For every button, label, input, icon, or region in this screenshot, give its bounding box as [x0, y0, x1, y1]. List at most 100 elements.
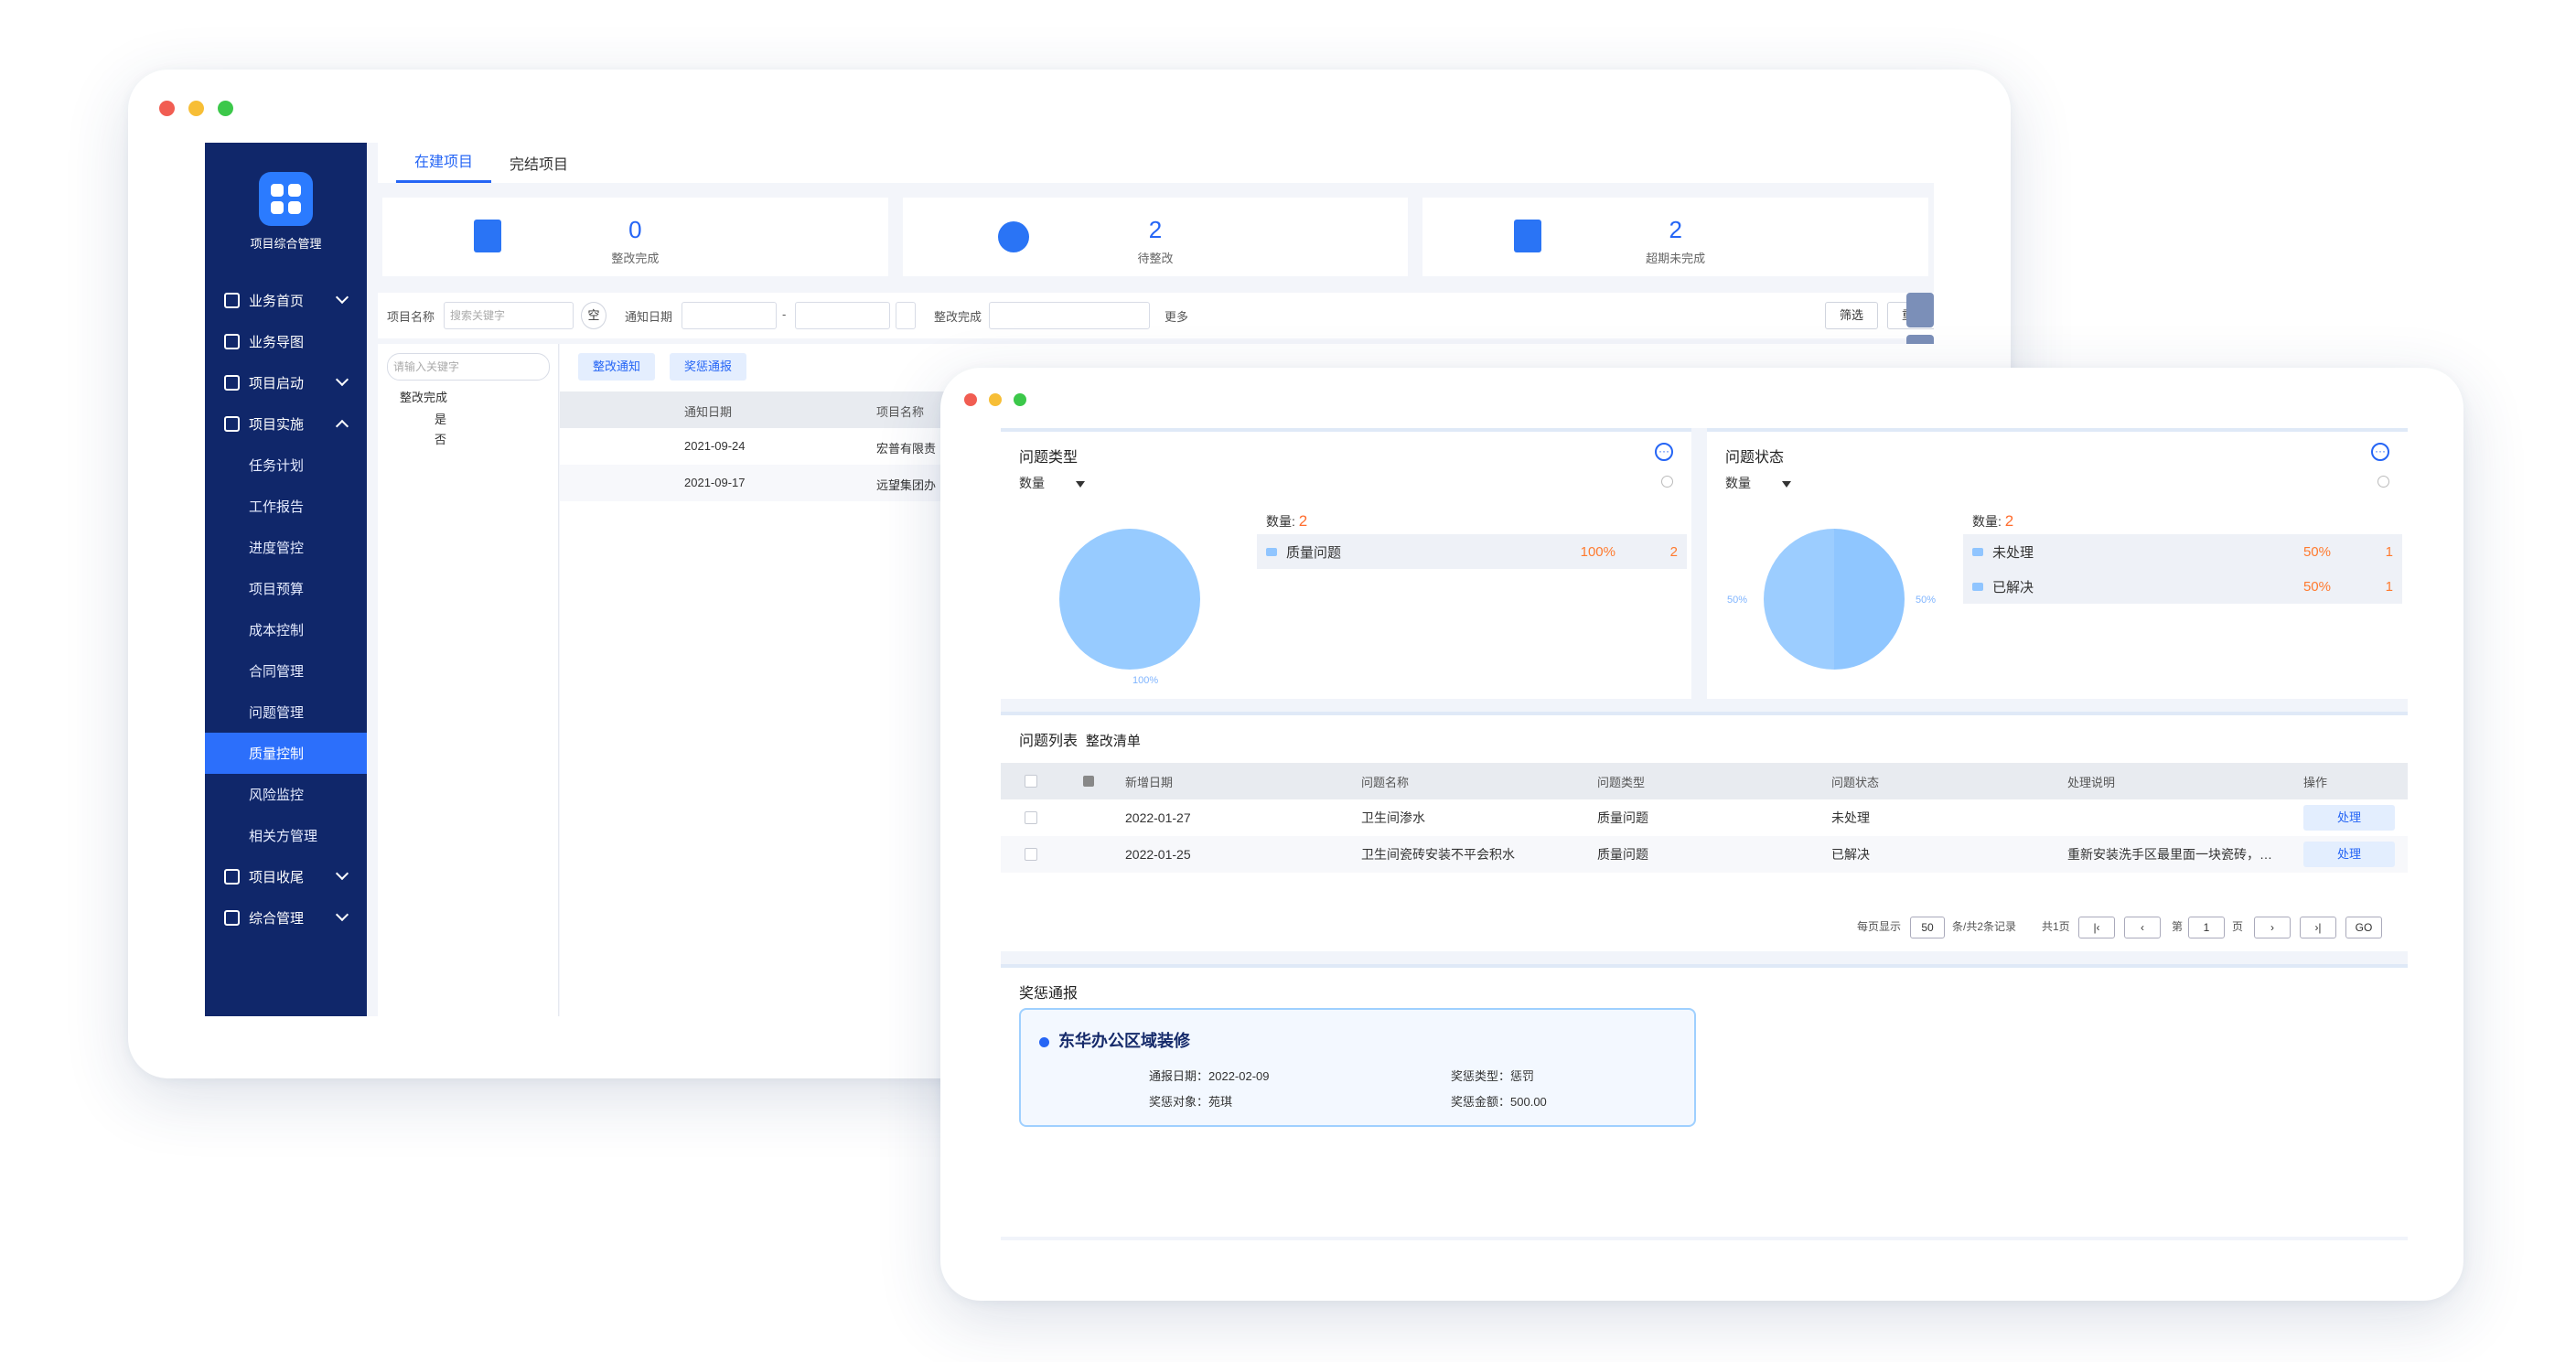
project-tabs: 在建项目 完结项目 — [378, 143, 1934, 183]
chevron-down-icon — [335, 907, 349, 922]
sidebar-sub-item[interactable]: 成本控制 — [205, 609, 367, 650]
tab-in-progress[interactable]: 在建项目 — [396, 149, 492, 183]
panel-title: 问题类型 — [1019, 450, 1079, 466]
sidebar-sub-item[interactable]: 相关方管理 — [205, 815, 367, 856]
chevron-up-icon — [335, 419, 349, 434]
tree-node[interactable]: 是 — [435, 410, 446, 427]
measure-select[interactable]: 数量 — [1019, 474, 1085, 492]
process-button[interactable]: 处理 — [2303, 842, 2395, 867]
search-button[interactable]: 筛选 — [1825, 302, 1878, 329]
sidebar-item-home[interactable]: 业务首页 — [205, 280, 367, 321]
chevron-down-icon — [335, 372, 349, 387]
prev-page-button[interactable]: ‹ — [2124, 917, 2161, 938]
row-checkbox[interactable] — [1025, 848, 1037, 861]
panel-title: 奖惩通报 — [1019, 986, 1079, 1002]
minimize-dot[interactable] — [188, 101, 204, 116]
date-dropdown[interactable] — [896, 302, 916, 329]
info-icon — [1661, 476, 1673, 488]
window-controls — [159, 101, 233, 116]
sidebar-sub-item[interactable]: 合同管理 — [205, 650, 367, 692]
minimize-dot[interactable] — [989, 393, 1002, 406]
first-page-button[interactable]: |‹ — [2078, 917, 2115, 938]
measure-select[interactable]: 数量 — [1725, 474, 1791, 492]
award-panel: 奖惩通报 东华办公区域装修 通报日期：2022-02-09 奖惩对象：苑琪 奖惩… — [1001, 964, 2408, 1237]
project-search-input[interactable]: 搜索关键字 — [444, 302, 574, 329]
total-count: 数量: 2 — [1972, 512, 2014, 530]
page-input[interactable]: 1 — [2188, 917, 2225, 938]
date-label: 通知日期 — [625, 310, 673, 324]
close-project-icon — [224, 869, 240, 885]
stat-card: 0 整改完成 — [382, 198, 888, 276]
close-dot[interactable] — [964, 393, 977, 406]
sidebar-sub-item[interactable]: 进度管控 — [205, 527, 367, 568]
sidebar-sub-item[interactable]: 项目预算 — [205, 568, 367, 609]
project-name-label: 项目名称 — [387, 310, 435, 324]
stat-cards: 0 整改完成 2 待整改 2 超期未完成 — [382, 198, 1929, 276]
last-page-button[interactable]: ›| — [2300, 917, 2336, 938]
app-logo-icon — [259, 172, 313, 226]
filter-bar: 项目名称 搜索关键字 空 通知日期 - 整改完成 更多 筛选 重置 — [378, 293, 1934, 338]
legend-row: 已解决 50% 1 — [1963, 569, 2402, 604]
implement-icon — [224, 416, 240, 432]
left-tree: 请输入关键字 整改完成 是 否 — [378, 344, 559, 1016]
home-icon — [224, 293, 240, 308]
pie-label: 50% — [1727, 595, 1748, 606]
rectify-notice-button[interactable]: 整改通知 — [578, 353, 655, 381]
done-select[interactable] — [989, 302, 1150, 329]
row-checkbox[interactable] — [1025, 811, 1037, 824]
pie-slice — [1059, 529, 1200, 670]
chevron-down-icon — [335, 290, 349, 305]
pie-label: 50% — [1916, 595, 1937, 606]
mobile-icon[interactable] — [1906, 293, 1934, 327]
sidebar-sub-item-active[interactable]: 质量控制 — [205, 733, 367, 774]
sidebar-sub-item[interactable]: 风险监控 — [205, 774, 367, 815]
map-icon — [224, 334, 240, 349]
award-notice-button[interactable]: 奖惩通报 — [670, 353, 746, 381]
chevron-down-icon — [335, 866, 349, 881]
legend-row: 未处理 50% 1 — [1963, 534, 2402, 569]
tree-search-input[interactable]: 请输入关键字 — [387, 353, 550, 381]
pie-label: 100% — [1132, 675, 1159, 686]
issue-type-panel: 问题类型 ··· 数量 100% 数量: 2 质量问题 100% 2 — [1001, 428, 1691, 699]
pie-slice — [1764, 529, 1905, 670]
info-icon — [2377, 476, 2389, 488]
select-all-checkbox[interactable] — [1025, 775, 1037, 788]
date-start-input[interactable] — [682, 302, 777, 329]
sidebar-item-map[interactable]: 业务导图 — [205, 321, 367, 362]
per-page-input[interactable]: 50 — [1910, 917, 1945, 938]
award-card[interactable]: 东华办公区域装修 通报日期：2022-02-09 奖惩对象：苑琪 奖惩类型：惩罚… — [1019, 1008, 1696, 1127]
clear-button[interactable]: 空 — [581, 302, 606, 329]
quality-dashboard: 问题类型 ··· 数量 100% 数量: 2 质量问题 100% 2 问题状态 ··… — [1001, 428, 2408, 1240]
tab-completed[interactable]: 完结项目 — [491, 152, 586, 183]
sidebar-nav: 业务首页 业务导图 项目启动 项目实施 任务计划 工作报告 进度管控 项目预算 … — [205, 280, 367, 938]
maximize-dot[interactable] — [218, 101, 233, 116]
more-icon[interactable]: ··· — [2371, 443, 2389, 461]
more-icon[interactable]: ··· — [1655, 443, 1673, 461]
more-link[interactable]: 更多 — [1165, 307, 1188, 325]
sidebar-item-general[interactable]: 综合管理 — [205, 897, 367, 938]
tree-root[interactable]: 整改完成 — [400, 388, 447, 405]
award-title: 东华办公区域装修 — [1039, 1028, 1190, 1052]
table-row[interactable]: 2022-01-27 卫生间渗水 质量问题 未处理 处理 — [1001, 799, 2408, 836]
done-label: 整改完成 — [934, 310, 982, 324]
stat-card: 2 待整改 — [902, 198, 1409, 276]
lock-icon — [1083, 776, 1094, 787]
sidebar-item-close[interactable]: 项目收尾 — [205, 856, 367, 897]
sidebar-item-start[interactable]: 项目启动 — [205, 362, 367, 403]
maximize-dot[interactable] — [1014, 393, 1026, 406]
go-button[interactable]: GO — [2345, 917, 2382, 938]
date-end-input[interactable] — [795, 302, 890, 329]
legend-row: 质量问题 100% 2 — [1257, 534, 1687, 569]
next-page-button[interactable]: › — [2254, 917, 2291, 938]
general-icon — [224, 910, 240, 926]
sidebar-item-implement[interactable]: 项目实施 — [205, 403, 367, 445]
sidebar-sub-item[interactable]: 问题管理 — [205, 692, 367, 733]
issue-status-panel: 问题状态 ··· 数量 50% 50% 数量: 2 未处理 50% 1 已解决 50%… — [1707, 428, 2408, 699]
close-dot[interactable] — [159, 101, 175, 116]
sidebar-sub-item[interactable]: 工作报告 — [205, 486, 367, 527]
table-row[interactable]: 2022-01-25 卫生间瓷砖安装不平会积水 质量问题 已解决 重新安装洗手区… — [1001, 836, 2408, 873]
process-button[interactable]: 处理 — [2303, 805, 2395, 831]
sidebar-sub-item[interactable]: 任务计划 — [205, 445, 367, 486]
tree-node[interactable]: 否 — [435, 430, 446, 447]
issue-list-panel: 问题列表 整改清单 新增日期 问题名称 问题类型 问题状态 处理说明 操作 20… — [1001, 712, 2408, 951]
